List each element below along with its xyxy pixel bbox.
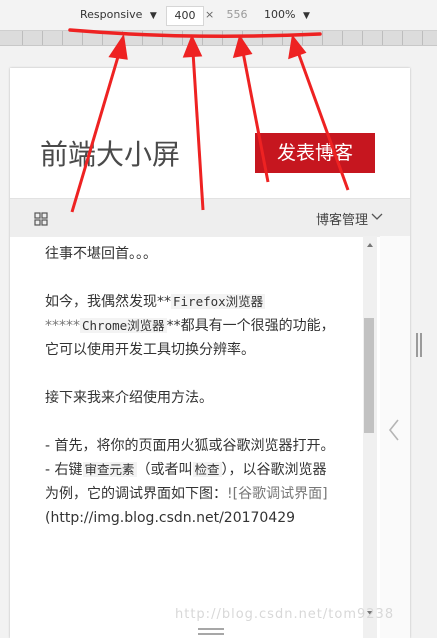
article-body: 往事不堪回首。。。 如今，我偶然发现** Firefox浏览器***** Chrom… — [45, 242, 337, 530]
zoom-label: 100% — [264, 8, 296, 21]
grid-icon[interactable] — [34, 212, 48, 226]
dimension-separator: × — [205, 8, 215, 21]
drag-handle-icon[interactable] — [416, 333, 422, 357]
zoom-select[interactable]: 100% ▼ — [264, 8, 310, 23]
article-paragraph: - 右键 审查元素 （或者叫 检查 ），以谷歌浏览器为例，它的调试界面如下图：![谷歌调… — [45, 462, 328, 502]
scrollbar-track[interactable] — [363, 236, 377, 638]
chevron-down-icon: ▼ — [302, 11, 310, 21]
site-brand[interactable]: 前端大小屏 — [40, 133, 188, 173]
chevron-down-icon: ▼ — [149, 11, 157, 21]
device-toolbar: Responsive ▼ 400 × 556 100% ▼ — [0, 0, 437, 31]
article-paragraph: 往事不堪回首。。。 — [45, 246, 157, 262]
chevron-left-icon[interactable] — [386, 418, 402, 442]
article-paragraph: - 首先，将你的页面用火狐或谷歌浏览器打开。 — [45, 438, 335, 454]
media-query-ruler[interactable] — [0, 31, 437, 46]
inline-code: Chrome浏览器 — [80, 318, 167, 333]
chevron-down-icon[interactable] — [370, 209, 384, 223]
width-input[interactable]: 400 — [166, 6, 204, 26]
article-paragraph: (http://img.blog.csdn.net/20170429 — [45, 510, 296, 526]
drag-handle-icon[interactable] — [198, 628, 224, 636]
article-paragraph: 如今，我偶然发现** Firefox浏览器***** Chrome浏览器 **都具有一… — [45, 294, 335, 358]
inline-code: 审查元素 — [82, 462, 137, 477]
blog-navbar: 博客管理 — [10, 198, 410, 237]
device-mode-label: Responsive — [80, 8, 143, 21]
post-blog-button[interactable]: 发表博客 — [255, 133, 375, 173]
inline-code: Firefox浏览器 — [171, 294, 266, 309]
scrollbar-thumb[interactable] — [364, 318, 374, 433]
blog-manage-menu[interactable]: 博客管理 — [316, 209, 368, 228]
device-mode-select[interactable]: Responsive ▼ — [80, 8, 157, 23]
article-paragraph: 接下来我来介绍使用方法。 — [45, 390, 213, 406]
scroll-up-icon[interactable] — [365, 240, 375, 250]
inline-code: 检查 — [192, 462, 222, 477]
watermark: http://blog.csdn.net/tom9238 — [175, 607, 395, 622]
height-input[interactable]: 556 — [219, 6, 255, 24]
site-header: 前端大小屏 发表博客 — [10, 68, 410, 198]
